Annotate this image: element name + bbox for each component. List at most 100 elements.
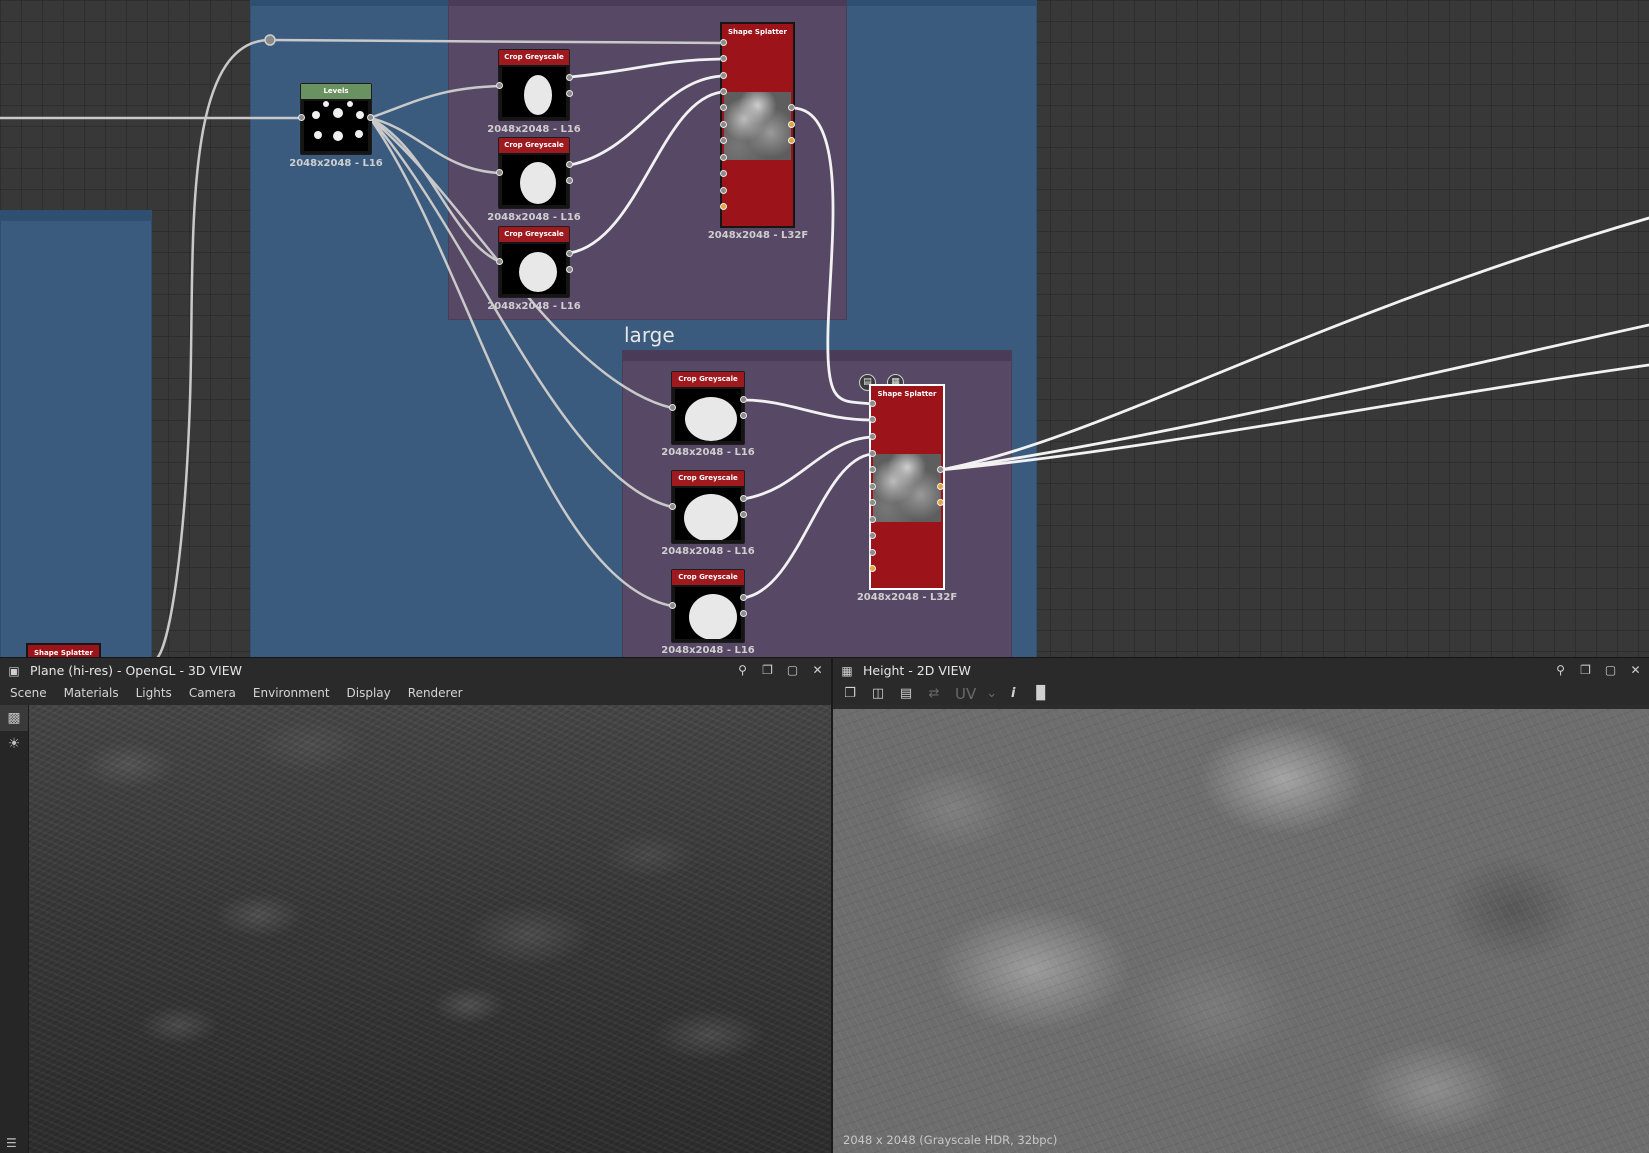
splatter-top-input-10[interactable] xyxy=(720,187,727,194)
splatter-top-output-1[interactable] xyxy=(788,104,795,111)
node-crop-greyscale-3[interactable]: Crop Greyscale xyxy=(498,226,570,298)
splatter-top-output-2[interactable] xyxy=(788,121,795,128)
splatter-selected-input-8[interactable] xyxy=(869,516,876,523)
camera-icon[interactable]: ▩ xyxy=(0,705,28,731)
save-icon[interactable]: ◫ xyxy=(867,684,889,704)
maximize-icon[interactable]: ▢ xyxy=(785,662,800,679)
panel-3d-view[interactable]: ▣ Plane (hi-res) - OpenGL - 3D VIEW ⚲ ❐ … xyxy=(0,657,833,1153)
node-crop-4-thumbnail xyxy=(675,389,741,441)
info-icon[interactable]: i xyxy=(1002,684,1024,704)
menu-renderer[interactable]: Renderer xyxy=(408,683,472,705)
menu-display[interactable]: Display xyxy=(347,683,400,705)
splatter-top-input-11[interactable] xyxy=(720,203,727,210)
crop-4-output-port-2[interactable] xyxy=(740,412,747,419)
splatter-selected-input-2[interactable] xyxy=(869,416,876,423)
levels-input-port[interactable] xyxy=(298,114,305,121)
restore-icon[interactable]: ❐ xyxy=(760,662,775,679)
uv-toggle[interactable]: UV xyxy=(951,685,980,703)
splatter-top-input-5[interactable] xyxy=(720,104,727,111)
splatter-top-input-8[interactable] xyxy=(720,154,727,161)
splatter-selected-input-9[interactable] xyxy=(869,532,876,539)
crop-6-output-port-2[interactable] xyxy=(740,610,747,617)
crop-6-input-port[interactable] xyxy=(669,602,676,609)
crop-5-input-port[interactable] xyxy=(669,503,676,510)
crop-3-input-port[interactable] xyxy=(496,258,503,265)
splatter-selected-input-1[interactable] xyxy=(869,400,876,407)
light-icon[interactable]: ☀ xyxy=(0,731,28,757)
node-levels[interactable]: Levels xyxy=(300,83,372,155)
splatter-top-input-2[interactable] xyxy=(720,55,727,62)
node-crop-6-thumbnail xyxy=(675,587,741,639)
crop-3-output-port-1[interactable] xyxy=(566,250,573,257)
toolbar-2d: ❐ ◫ ▤ ⇄ UV ⌄ i ▉ xyxy=(833,683,1649,705)
menu-scene[interactable]: Scene xyxy=(10,683,56,705)
splatter-top-input-7[interactable] xyxy=(720,137,727,144)
node-crop-1-label: 2048x2048 - L16 xyxy=(487,124,581,135)
splatter-top-input-3[interactable] xyxy=(720,72,727,79)
node-crop-greyscale-2[interactable]: Crop Greyscale xyxy=(498,137,570,209)
crop-5-output-port-1[interactable] xyxy=(740,495,747,502)
node-crop-greyscale-6[interactable]: Crop Greyscale xyxy=(671,569,745,643)
node-crop-2-title: Crop Greyscale xyxy=(499,138,569,153)
crop-5-output-port-2[interactable] xyxy=(740,511,747,518)
close-icon[interactable]: ✕ xyxy=(810,662,825,679)
node-shape-splatter-top[interactable]: Shape Splatter xyxy=(720,22,795,228)
menu-lights[interactable]: Lights xyxy=(136,683,181,705)
crop-2-output-port-1[interactable] xyxy=(566,161,573,168)
splatter-selected-input-3[interactable] xyxy=(869,433,876,440)
splatter-selected-input-10[interactable] xyxy=(869,549,876,556)
splatter-selected-output-2[interactable] xyxy=(937,483,944,490)
crop-2-output-port-2[interactable] xyxy=(566,177,573,184)
splatter-selected-input-6[interactable] xyxy=(869,483,876,490)
menu-camera[interactable]: Camera xyxy=(189,683,245,705)
crop-1-input-port[interactable] xyxy=(496,82,503,89)
node-crop-greyscale-5[interactable]: Crop Greyscale xyxy=(671,470,745,544)
menu-environment[interactable]: Environment xyxy=(253,683,339,705)
tree-icon[interactable]: ☰ xyxy=(6,1136,17,1150)
restore-icon[interactable]: ❐ xyxy=(1578,662,1593,679)
splatter-top-input-4[interactable] xyxy=(720,88,727,95)
splatter-selected-input-7[interactable] xyxy=(869,499,876,506)
viewport-2d[interactable] xyxy=(833,709,1649,1153)
share-icon[interactable]: ⇄ xyxy=(923,684,945,704)
crop-6-output-port-1[interactable] xyxy=(740,594,747,601)
close-icon[interactable]: ✕ xyxy=(1628,662,1643,679)
crop-1-output-port-2[interactable] xyxy=(566,90,573,97)
splatter-selected-thumbnail xyxy=(873,454,941,522)
maximize-icon[interactable]: ▢ xyxy=(1603,662,1618,679)
splatter-selected-input-4[interactable] xyxy=(869,450,876,457)
crop-4-output-port-1[interactable] xyxy=(740,396,747,403)
panel-2d-view[interactable]: ▦ Height - 2D VIEW ⚲ ❐ ▢ ✕ ❐ ◫ ▤ ⇄ UV ⌄ … xyxy=(833,657,1649,1153)
chevron-down-icon[interactable]: ⌄ xyxy=(986,684,997,704)
panel-3d-header: ▣ Plane (hi-res) - OpenGL - 3D VIEW ⚲ ❐ … xyxy=(0,657,831,684)
crop-2-input-port[interactable] xyxy=(496,169,503,176)
node-crop-greyscale-1[interactable]: Crop Greyscale xyxy=(498,49,570,121)
crop-3-output-port-2[interactable] xyxy=(566,266,573,273)
node-crop-2-thumbnail xyxy=(502,155,566,205)
pin-icon[interactable]: ⚲ xyxy=(735,662,750,679)
node-shape-splatter-selected[interactable]: Shape Splatter xyxy=(869,384,945,590)
menu-materials[interactable]: Materials xyxy=(64,683,128,705)
levels-output-port[interactable] xyxy=(367,114,374,121)
splatter-selected-input-11[interactable] xyxy=(869,565,876,572)
node-shape-splatter-left[interactable]: Shape Splatter xyxy=(26,643,101,657)
node-crop-3-label: 2048x2048 - L16 xyxy=(487,301,581,312)
splatter-top-output-3[interactable] xyxy=(788,137,795,144)
splatter-top-input-9[interactable] xyxy=(720,170,727,177)
graph-editor[interactable]: large Levels 2048x2048 - L16 Crop Greysc… xyxy=(0,0,1649,657)
splatter-top-input-1[interactable] xyxy=(720,39,727,46)
viewport-3d[interactable] xyxy=(29,705,831,1153)
splatter-top-input-6[interactable] xyxy=(720,121,727,128)
histogram-icon[interactable]: ▉ xyxy=(1030,684,1052,704)
node-crop-6-label: 2048x2048 - L16 xyxy=(661,645,755,656)
node-crop-greyscale-4[interactable]: Crop Greyscale xyxy=(671,371,745,445)
copy-icon[interactable]: ❐ xyxy=(839,684,861,704)
crop-1-output-port-1[interactable] xyxy=(566,74,573,81)
splatter-selected-output-3[interactable] xyxy=(937,499,944,506)
pin-icon[interactable]: ⚲ xyxy=(1553,662,1568,679)
splatter-selected-output-1[interactable] xyxy=(937,466,944,473)
splatter-selected-input-5[interactable] xyxy=(869,466,876,473)
paste-icon[interactable]: ▤ xyxy=(895,684,917,704)
crop-4-input-port[interactable] xyxy=(669,404,676,411)
node-crop-5-thumbnail xyxy=(675,488,741,540)
